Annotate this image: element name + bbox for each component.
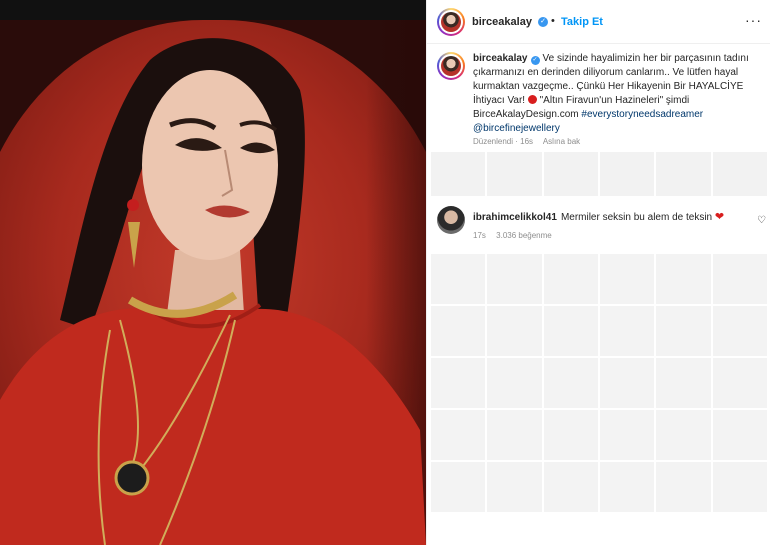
author-username[interactable]: birceakalay [472,16,532,28]
caption-meta: Düzenlendi · 16s Aslına bak [473,137,588,146]
comment-likes-count[interactable]: 3.036 beğenme [496,231,552,240]
comment-meta: 17s 3.036 beğenme [473,231,560,240]
commenter-avatar[interactable] [437,206,465,234]
author-avatar[interactable] [437,8,465,36]
follow-button[interactable]: Takip Et [561,16,603,28]
caption-username[interactable]: birceakalay [473,53,528,64]
blurred-comments-area [431,254,767,545]
caption-verified-icon: ✓ [530,56,540,65]
commenter-username[interactable]: ibrahimcelikkol41 [473,212,557,223]
comment-body: ibrahimcelikkol41 Mermiler seksin bu alem… [473,210,743,223]
comment-like-heart-icon[interactable]: ♡ [757,215,766,226]
caption-edited-time: Düzenlendi · 16s [473,137,534,146]
post-photo[interactable] [0,0,426,545]
caption-avatar[interactable] [437,52,465,80]
heart-emoji-icon: ❤ [714,211,725,223]
separator-dot: • [551,15,555,27]
blurred-comment-placeholder [431,152,767,196]
caption-mention-link[interactable]: @bircefinejewellery [473,123,560,134]
post-sidebar: birceakalay ✓ • Takip Et ··· birceakalay… [426,0,770,545]
see-translation-link[interactable]: Aslına bak [543,137,580,146]
red-circle-emoji-icon [527,95,537,104]
post-caption: birceakalay ✓ Ve sizinde hayalimizin her b… [473,52,759,136]
portrait-illustration [0,38,426,545]
verified-badge-icon: ✓ [538,17,548,27]
comment-time: 17s [473,231,486,240]
post-header: birceakalay ✓ • Takip Et ··· [427,0,770,44]
caption-hashtag-link[interactable]: #everystoryneedsadreamer [581,109,703,120]
more-options-icon[interactable]: ··· [745,12,762,28]
comment-text: Mermiler seksin bu alem de teksin [560,212,713,223]
